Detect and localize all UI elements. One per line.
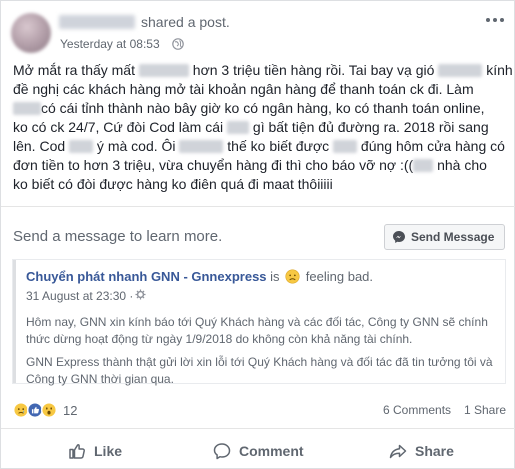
thumbs-up-icon xyxy=(69,444,85,459)
redacted-text xyxy=(438,64,483,77)
more-options-icon[interactable] xyxy=(486,14,506,26)
messenger-icon xyxy=(393,231,405,243)
like-button[interactable]: Like xyxy=(68,442,122,460)
wow-reaction-icon xyxy=(41,402,57,418)
reactions-summary[interactable]: 12 xyxy=(13,402,77,418)
share-button[interactable]: Share xyxy=(389,442,454,460)
shared-paragraph-line: GNN Express thành thật gửi lời xin lỗi t… xyxy=(26,355,493,369)
shared-paragraph-line: Công ty GNN thời gian qua. xyxy=(26,372,174,386)
shared-paragraph-line: thức dừng hoạt động từ ngày 1/9/2018 do … xyxy=(26,332,413,346)
redacted-text xyxy=(13,102,41,115)
post-line: Mở mắt ra thấy mất hơn 3 triệu tiền hàng… xyxy=(13,62,513,78)
shared-paragraph-line: Hôm nay, GNN xin kính báo tới Quý Khách … xyxy=(26,315,488,329)
post-line: có cái tỉnh thành nào bây giờ ko có ngân… xyxy=(13,99,508,118)
globe-icon[interactable] xyxy=(172,38,184,50)
author-avatar[interactable] xyxy=(11,13,51,53)
like-label: Like xyxy=(94,443,123,459)
shared-post: Chuyển phát nhanh GNN - Gnnexpress is fe… xyxy=(12,259,506,386)
redacted-text xyxy=(179,140,224,153)
settings-icon[interactable] xyxy=(135,289,146,300)
comment-label: Comment xyxy=(239,443,304,459)
post-body: Mở mắt ra thấy mất hơn 3 triệu tiền hàng… xyxy=(13,61,513,194)
share-icon xyxy=(389,444,407,459)
comment-icon xyxy=(213,443,231,460)
redacted-text xyxy=(333,140,358,153)
share-label: Share xyxy=(415,443,454,459)
shared-post-timestamp[interactable]: 31 August at 23:30 · xyxy=(26,289,133,303)
redacted-text xyxy=(227,121,250,134)
post-card: shared a post. Yesterday at 08:53 Mở mắt… xyxy=(0,0,515,469)
post-timestamp[interactable]: Yesterday at 08:53 xyxy=(60,37,160,51)
post-line: lên. Cod ý mà cod. Ôi thế ko biết được đ… xyxy=(13,138,505,154)
post-line: ko biết có đòi được hàng ko điên quá đi … xyxy=(13,176,333,192)
shared-post-bar xyxy=(13,260,16,383)
shared-page-name[interactable]: Chuyển phát nhanh GNN - Gnnexpress is fe… xyxy=(26,269,373,284)
is-text: is xyxy=(270,269,280,284)
send-message-label: Send Message xyxy=(411,230,495,244)
post-line: ko có ck 24/7, Cứ đòi Cod làm cái gì bất… xyxy=(13,119,489,135)
divider xyxy=(1,428,515,429)
comments-count[interactable]: 6 Comments xyxy=(383,403,451,417)
message-prompt: Send a message to learn more. xyxy=(13,228,223,245)
post-line: đơn tiền to hơn 3 triệu, vừa chuyển hàng… xyxy=(13,157,487,173)
redacted-text xyxy=(138,64,189,77)
comment-button[interactable]: Comment xyxy=(213,442,304,460)
post-action-text: shared a post. xyxy=(141,14,230,30)
send-message-button[interactable]: Send Message xyxy=(384,224,505,250)
sad-face-icon xyxy=(285,269,300,284)
reactions-count: 12 xyxy=(63,402,78,418)
redacted-text xyxy=(413,159,434,172)
divider xyxy=(1,206,515,207)
shares-count[interactable]: 1 Share xyxy=(464,403,506,417)
author-name-redacted[interactable] xyxy=(59,15,135,29)
feeling-text: feeling bad. xyxy=(305,269,374,284)
redacted-text xyxy=(69,140,94,153)
post-line: đề nghị các khách hàng mở tài khoản ngân… xyxy=(13,81,474,97)
